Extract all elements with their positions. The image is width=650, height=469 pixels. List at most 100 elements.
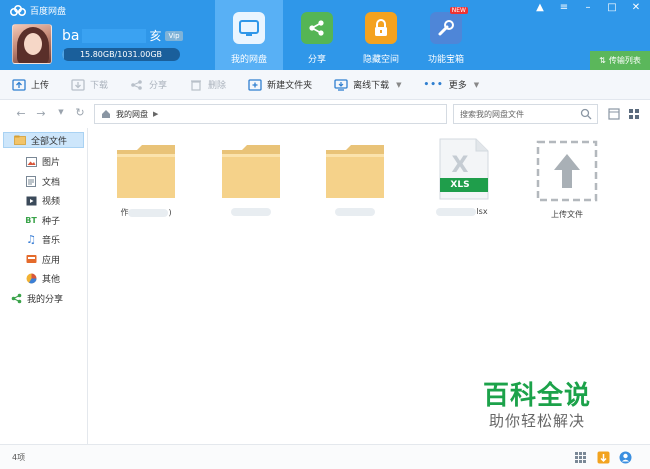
back-arrow-icon[interactable]: ← — [14, 107, 28, 120]
music-icon: ♫ — [26, 233, 36, 247]
grid-apps-icon[interactable] — [574, 451, 587, 464]
tab-label: 隐藏空间 — [362, 55, 399, 65]
offline-download-label: 离线下载 — [353, 81, 390, 91]
folder-item[interactable]: 作) — [106, 142, 186, 219]
more-label: 更多 — [448, 81, 467, 91]
sidebar-item-label: 图片 — [42, 158, 61, 169]
offline-download-button[interactable]: 离线下载 ▼ — [334, 78, 401, 91]
sidebar-item-all-files[interactable]: 全部文件 — [3, 132, 84, 148]
share-button[interactable]: 分享 — [130, 78, 167, 91]
new-badge: NEW — [449, 7, 468, 14]
breadcrumb[interactable]: 我的网盘 ▶ — [94, 104, 447, 124]
offline-download-icon — [334, 78, 348, 91]
share-small-icon — [131, 79, 142, 90]
upload-button[interactable]: 上传 — [12, 78, 49, 91]
history-dropdown-icon[interactable]: ▼ — [54, 108, 68, 116]
sidebar-item-music[interactable]: ♫ 音乐 — [0, 230, 87, 250]
forward-arrow-icon[interactable]: → — [34, 107, 48, 120]
sidebar-item-videos[interactable]: 视频 — [0, 191, 87, 211]
bt-icon: BT — [25, 215, 37, 225]
upload-file-label: 上传文件 — [551, 210, 583, 219]
maximize-icon[interactable]: □ — [606, 2, 618, 13]
username-suffix: 亥 — [149, 29, 162, 43]
upload-icon — [12, 78, 26, 91]
transfer-list-label: 传输列表 — [608, 56, 641, 65]
sidebar-item-my-share[interactable]: 我的分享 — [0, 289, 87, 309]
avatar[interactable] — [12, 24, 52, 64]
window-controls: ▲ ≡ – □ ✕ — [534, 2, 642, 13]
new-folder-label: 新建文件夹 — [267, 81, 313, 91]
item-count: 4项 — [12, 452, 26, 462]
folder-item[interactable] — [211, 142, 291, 219]
menu-icon[interactable]: ≡ — [558, 2, 570, 13]
other-icon — [25, 273, 37, 284]
bell-icon[interactable]: ▲ — [534, 2, 546, 13]
folder-icon — [222, 145, 280, 198]
address-bar: ← → ▼ ↻ 我的网盘 ▶ — [0, 100, 650, 128]
chevron-down-icon: ▼ — [473, 80, 480, 89]
vip-badge[interactable]: Vip — [165, 30, 183, 41]
transfer-list-button[interactable]: ⇅ 传输列表 — [590, 51, 650, 70]
delete-button[interactable]: 删除 — [189, 78, 226, 91]
tab-my-drive[interactable]: 我的网盘 — [215, 0, 283, 70]
sidebar-item-other[interactable]: 其他 — [0, 269, 87, 289]
sidebar-item-label: 视频 — [42, 197, 61, 208]
home-icon — [102, 110, 110, 118]
delete-label: 删除 — [208, 81, 227, 91]
new-folder-button[interactable]: 新建文件夹 — [248, 78, 312, 91]
video-icon — [25, 195, 37, 206]
tab-label: 功能宝箱 — [427, 55, 464, 65]
sidebar-item-images[interactable]: 图片 — [0, 152, 87, 172]
tab-label: 我的网盘 — [230, 55, 267, 65]
search-box[interactable] — [453, 104, 598, 124]
account-status-icon[interactable] — [619, 451, 632, 464]
sidebar-item-apps[interactable]: 应用 — [0, 250, 87, 270]
search-input[interactable] — [454, 109, 580, 119]
tab-share[interactable]: 分享 — [283, 0, 351, 70]
sidebar-item-label: 音乐 — [42, 236, 61, 247]
close-icon[interactable]: ✕ — [630, 2, 642, 13]
file-name: lsx — [422, 207, 502, 219]
sidebar-item-documents[interactable]: 文档 — [0, 172, 87, 192]
username-prefix: ba — [62, 27, 80, 44]
baidu-cloud-logo-icon — [10, 4, 26, 16]
download-label: 下载 — [90, 81, 109, 91]
storage-quota-text: 15.80GB/1031.00GB — [79, 50, 163, 59]
share-label: 分享 — [149, 81, 168, 91]
watermark-title: 百科全说 — [483, 381, 592, 411]
new-folder-icon — [248, 78, 262, 91]
toolbox-icon: NEW — [430, 7, 468, 44]
grid-view-icon[interactable] — [628, 108, 640, 120]
status-bar: 4项 — [0, 444, 650, 469]
upload-file-tile[interactable]: 上传文件 — [527, 140, 607, 221]
xls-file-item[interactable]: X XLS lsx — [422, 138, 502, 219]
watermark: 百科全说 助你轻松解决 — [483, 381, 591, 431]
username[interactable]: ba 亥 Vip — [62, 27, 183, 44]
tab-hidden-space[interactable]: 隐藏空间 — [347, 0, 415, 70]
folder-icon — [117, 145, 175, 198]
list-view-icon[interactable] — [608, 108, 620, 120]
refresh-icon[interactable]: ↻ — [73, 106, 87, 119]
download-button[interactable]: 下载 — [71, 78, 108, 91]
username-redacted — [82, 28, 147, 43]
more-button[interactable]: ••• 更多 ▼ — [423, 78, 480, 92]
sidebar-item-label: 种子 — [42, 216, 61, 227]
upload-arrow-icon — [536, 140, 598, 202]
app-icon — [25, 254, 37, 265]
sidebar-item-label: 全部文件 — [31, 136, 68, 147]
toolbar: 上传 下载 分享 删除 新建文件夹 离线下载 ▼ ••• 更多 ▼ — [0, 70, 650, 100]
minimize-icon[interactable]: – — [582, 2, 594, 13]
folder-item[interactable] — [315, 142, 395, 219]
file-name: 作) — [120, 208, 172, 217]
transfer-status-icon[interactable] — [597, 451, 610, 464]
document-icon — [25, 175, 37, 187]
window-title: 百度网盘 — [10, 4, 66, 17]
tab-toolbox[interactable]: NEW 功能宝箱 — [412, 0, 480, 70]
search-icon[interactable] — [580, 108, 592, 120]
storage-quota-bar: 15.80GB/1031.00GB — [62, 48, 180, 61]
image-icon — [25, 156, 37, 167]
folder-icon — [326, 145, 384, 198]
sidebar-item-torrents[interactable]: BT 种子 — [0, 211, 87, 231]
more-dots-icon: ••• — [423, 79, 444, 90]
breadcrumb-root[interactable]: 我的网盘 — [116, 109, 148, 120]
